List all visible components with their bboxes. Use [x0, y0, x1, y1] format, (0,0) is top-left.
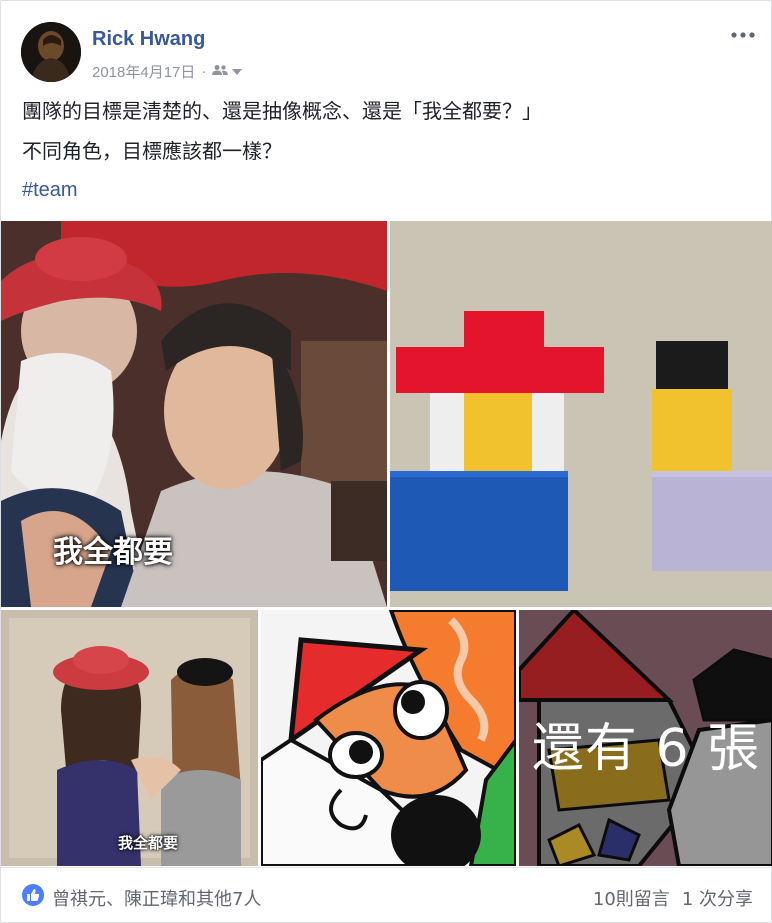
more-options-icon[interactable]: [729, 23, 757, 47]
post-text-line-1: 團隊的目標是清楚的、還是抽像概念、還是「我全都要？」: [22, 99, 542, 123]
photo-caption: 我全都要: [118, 834, 179, 852]
friends-icon[interactable]: [212, 63, 229, 80]
post-text-line-2: 不同角色，目標應該都一樣？: [22, 139, 282, 163]
chevron-down-icon[interactable]: [232, 63, 243, 80]
post-date[interactable]: 2018年4月17日: [92, 61, 195, 82]
photo-caption: 我全都要: [53, 535, 173, 570]
shares-count[interactable]: 1 次分享: [682, 885, 753, 911]
post-text: 團隊的目標是清楚的、還是抽像概念、還是「我全都要？」 不同角色，目標應該都一樣？: [22, 97, 752, 177]
photo-cartoon[interactable]: [261, 610, 516, 866]
meta-separator: ·: [201, 63, 207, 80]
photo-cosplay[interactable]: 我全都要: [1, 610, 258, 866]
author-name[interactable]: Rick Hwang: [92, 28, 205, 51]
post-card: Rick Hwang 2018年4月17日 · 團隊的目標是清楚的、還是抽像概念…: [0, 0, 772, 923]
hashtag-link[interactable]: #team: [22, 179, 78, 202]
post-footer: 曾祺元、陳正瑋和其他7人 10則留言 1 次分享: [1, 867, 771, 923]
comments-count[interactable]: 10則留言: [593, 885, 670, 911]
more-photos-label[interactable]: 還有 6 張: [519, 706, 772, 781]
reactors-summary[interactable]: 曾祺元、陳正瑋和其他7人: [52, 885, 261, 911]
avatar[interactable]: [21, 22, 81, 82]
engagement-counts: 10則留言 1 次分享: [593, 885, 753, 911]
photo-lego[interactable]: [390, 221, 772, 607]
photo-movie-still[interactable]: 我全都要: [1, 221, 387, 607]
like-icon[interactable]: [22, 884, 44, 906]
post-meta: 2018年4月17日 ·: [92, 61, 243, 82]
photo-more[interactable]: 還有 6 張: [519, 610, 772, 866]
